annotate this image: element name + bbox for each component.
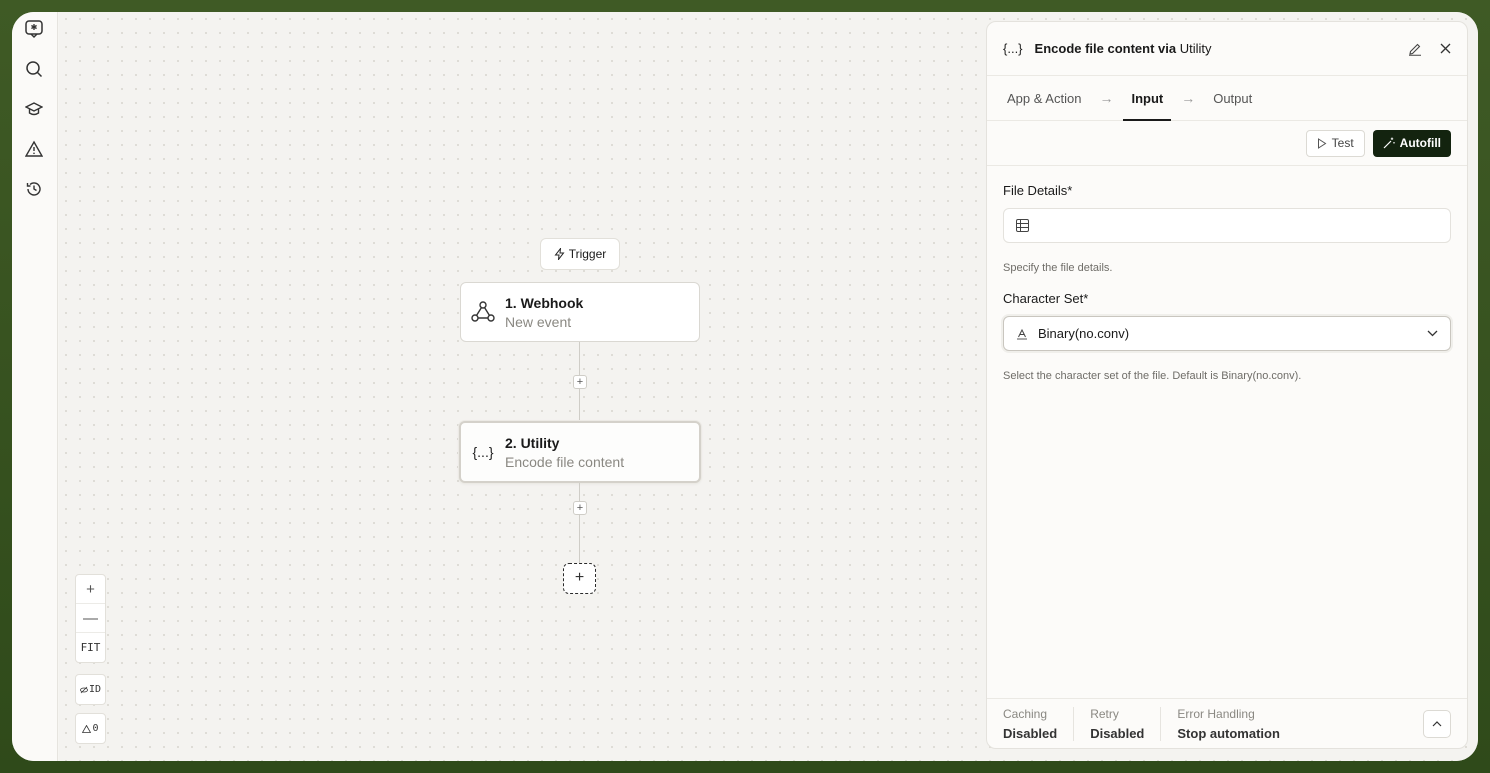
table-icon bbox=[1016, 219, 1029, 232]
error-handling-label: Error Handling bbox=[1177, 706, 1255, 721]
zoom-out-button[interactable]: — bbox=[76, 604, 105, 633]
history-icon[interactable] bbox=[23, 178, 45, 200]
trigger-chip[interactable]: Trigger bbox=[540, 238, 620, 270]
step-config-panel: {...} Encode file content via Utility Ap… bbox=[986, 21, 1468, 749]
close-icon[interactable] bbox=[1440, 43, 1451, 54]
panel-title-action: Encode file content via bbox=[1034, 41, 1177, 56]
zoom-controls: + — FIT bbox=[75, 574, 106, 663]
caching-setting[interactable]: Caching Disabled bbox=[1003, 706, 1075, 741]
text-type-icon bbox=[1017, 328, 1027, 339]
tab-input[interactable]: Input bbox=[1123, 76, 1171, 121]
error-handling-setting[interactable]: Error Handling Stop automation bbox=[1177, 707, 1296, 741]
edit-pencil-icon[interactable] bbox=[1408, 42, 1422, 56]
node-title: 1. Webhook bbox=[505, 294, 584, 311]
workflow-node-utility[interactable]: {...} 2. Utility Encode file content bbox=[459, 421, 701, 483]
character-set-label: Character Set* bbox=[1003, 291, 1089, 306]
app-window: Trigger 1. Webhook New event + {...} 2. … bbox=[12, 12, 1478, 761]
add-step-button[interactable]: + bbox=[573, 501, 587, 515]
warnings-count: 0 bbox=[92, 723, 99, 734]
character-set-help: Select the character set of the file. De… bbox=[1003, 370, 1302, 382]
search-icon[interactable] bbox=[23, 58, 45, 80]
lightning-icon bbox=[554, 248, 565, 260]
id-toggle-label: ID bbox=[88, 684, 102, 695]
zoom-in-button[interactable]: + bbox=[76, 575, 105, 604]
fit-view-button[interactable]: FIT bbox=[76, 633, 105, 662]
magic-wand-icon bbox=[1383, 137, 1395, 149]
toggle-id-button[interactable]: ID bbox=[75, 674, 106, 705]
tab-app-action[interactable]: App & Action bbox=[1007, 76, 1081, 121]
tab-arrow-icon: → bbox=[1181, 90, 1196, 106]
connector-line bbox=[579, 483, 580, 563]
node-subtitle: New event bbox=[505, 313, 572, 330]
retry-value: Disabled bbox=[1090, 725, 1145, 741]
retry-label: Retry bbox=[1090, 706, 1119, 721]
action-bar: Test Autofill bbox=[987, 121, 1467, 166]
panel-title: Encode file content via Utility bbox=[1035, 41, 1408, 56]
warnings-button[interactable]: 0 bbox=[75, 713, 106, 744]
webhook-icon bbox=[461, 299, 505, 325]
retry-setting[interactable]: Retry Disabled bbox=[1090, 706, 1162, 741]
eye-off-icon bbox=[80, 686, 88, 693]
warning-icon bbox=[82, 724, 92, 733]
test-button[interactable]: Test bbox=[1305, 129, 1365, 157]
character-set-value: Binary(no.conv) bbox=[1038, 326, 1130, 341]
tab-output[interactable]: Output bbox=[1213, 76, 1252, 121]
chevron-down-icon bbox=[1427, 330, 1438, 337]
workflow-node-webhook[interactable]: 1. Webhook New event bbox=[460, 282, 700, 342]
panel-title-app: Utility bbox=[1179, 41, 1212, 56]
play-icon bbox=[1317, 137, 1327, 149]
autofill-button[interactable]: Autofill bbox=[1372, 129, 1451, 157]
panel-tabs: App & Action → Input → Output bbox=[987, 76, 1467, 121]
trigger-label: Trigger bbox=[568, 247, 607, 261]
add-final-step-button[interactable]: + bbox=[563, 563, 596, 594]
file-details-field[interactable] bbox=[1003, 208, 1451, 243]
caching-value: Disabled bbox=[1003, 725, 1058, 741]
panel-footer: Caching Disabled Retry Disabled Error Ha… bbox=[987, 698, 1467, 748]
autofill-label: Autofill bbox=[1399, 136, 1441, 150]
expand-footer-button[interactable] bbox=[1423, 709, 1451, 738]
panel-header: {...} Encode file content via Utility bbox=[987, 22, 1467, 76]
node-title: 2. Utility bbox=[505, 434, 560, 451]
file-details-help: Specify the file details. bbox=[1003, 262, 1113, 274]
add-step-button[interactable]: + bbox=[573, 375, 587, 389]
character-set-select[interactable]: Binary(no.conv) bbox=[1003, 316, 1451, 351]
node-subtitle: Encode file content bbox=[505, 453, 625, 470]
braces-icon: {...} bbox=[1003, 41, 1023, 56]
warning-icon[interactable] bbox=[23, 138, 45, 160]
left-sidebar bbox=[12, 12, 58, 761]
tab-arrow-icon: → bbox=[1099, 90, 1114, 106]
test-label: Test bbox=[1331, 136, 1354, 150]
error-handling-value: Stop automation bbox=[1177, 725, 1280, 741]
caching-label: Caching bbox=[1003, 706, 1048, 721]
logo-chat-icon[interactable] bbox=[23, 18, 45, 40]
chevron-up-icon bbox=[1432, 720, 1442, 726]
file-details-label: File Details* bbox=[1003, 183, 1073, 198]
graduation-cap-icon[interactable] bbox=[23, 98, 45, 120]
braces-icon: {...} bbox=[472, 444, 494, 460]
